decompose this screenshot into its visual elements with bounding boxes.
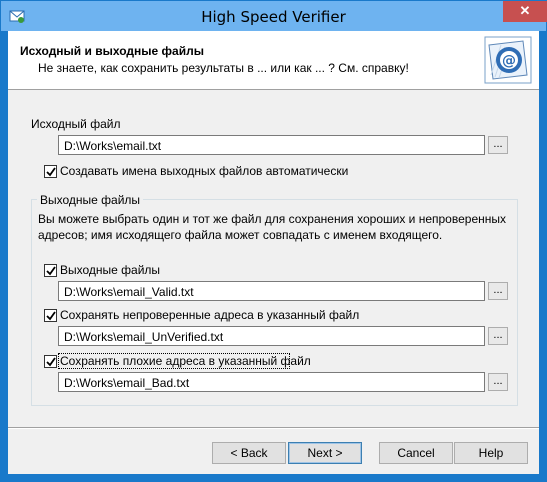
cancel-button[interactable]: Cancel (379, 442, 453, 464)
valid-browse-button[interactable]: ... (488, 282, 508, 300)
unverified-browse-button[interactable]: ... (488, 327, 508, 345)
source-file-input[interactable]: D:\Works\email.txt (58, 135, 485, 155)
bad-output-checkbox[interactable] (44, 355, 57, 368)
checkmark-icon (46, 311, 56, 321)
close-icon: ✕ (519, 3, 531, 18)
unverified-output-label[interactable]: Сохранять непроверенные адреса в указанн… (60, 308, 359, 322)
page-title: Исходный и выходные файлы (20, 44, 204, 58)
source-file-value: D:\Works\email.txt (64, 139, 162, 153)
auto-names-checkbox[interactable] (44, 165, 57, 178)
unverified-output-value: D:\Works\email_UnVerified.txt (64, 330, 224, 344)
unverified-output-checkbox[interactable] (44, 309, 57, 322)
auto-names-label[interactable]: Создавать имена выходных файлов автомати… (60, 164, 348, 178)
valid-output-value: D:\Works\email_Valid.txt (64, 285, 194, 299)
valid-output-input[interactable]: D:\Works\email_Valid.txt (58, 281, 485, 301)
email-at-icon: @ (484, 36, 532, 84)
footer-separator-highlight (8, 428, 539, 429)
valid-output-label[interactable]: Выходные файлы (60, 263, 160, 277)
help-button[interactable]: Help (454, 442, 528, 464)
page-subtitle: Не знаете, как сохранить результаты в ..… (38, 61, 409, 75)
bad-output-input[interactable]: D:\Works\email_Bad.txt (58, 372, 485, 392)
bad-browse-button[interactable]: ... (488, 373, 508, 391)
checkmark-icon (46, 357, 56, 367)
output-description-line2: адресов; имя исходящего файла может совп… (38, 228, 443, 242)
wizard-header: Исходный и выходные файлы Не знаете, как… (8, 31, 539, 90)
next-button[interactable]: Next > (288, 442, 362, 464)
title-bar[interactable]: High Speed Verifier ✕ (1, 1, 547, 31)
bad-output-label[interactable]: Сохранять плохие адреса в указанный файл (60, 354, 311, 368)
unverified-output-input[interactable]: D:\Works\email_UnVerified.txt (58, 326, 485, 346)
output-description-line1: Вы можете выбрать один и тот же файл для… (38, 212, 506, 226)
checkmark-icon (46, 167, 56, 177)
bad-output-value: D:\Works\email_Bad.txt (64, 376, 190, 390)
source-file-label: Исходный файл (31, 117, 121, 131)
close-button[interactable]: ✕ (503, 1, 547, 22)
svg-text:@: @ (502, 53, 516, 69)
valid-output-checkbox[interactable] (44, 264, 57, 277)
wizard-window: High Speed Verifier ✕ Исходный и выходны… (0, 0, 547, 482)
source-browse-button[interactable]: ... (488, 136, 508, 154)
output-files-legend: Выходные файлы (37, 193, 144, 207)
checkmark-icon (46, 266, 56, 276)
wizard-client-area: Исходный и выходные файлы Не знаете, как… (8, 31, 539, 474)
back-button[interactable]: < Back (212, 442, 286, 464)
window-title: High Speed Verifier (201, 8, 346, 26)
